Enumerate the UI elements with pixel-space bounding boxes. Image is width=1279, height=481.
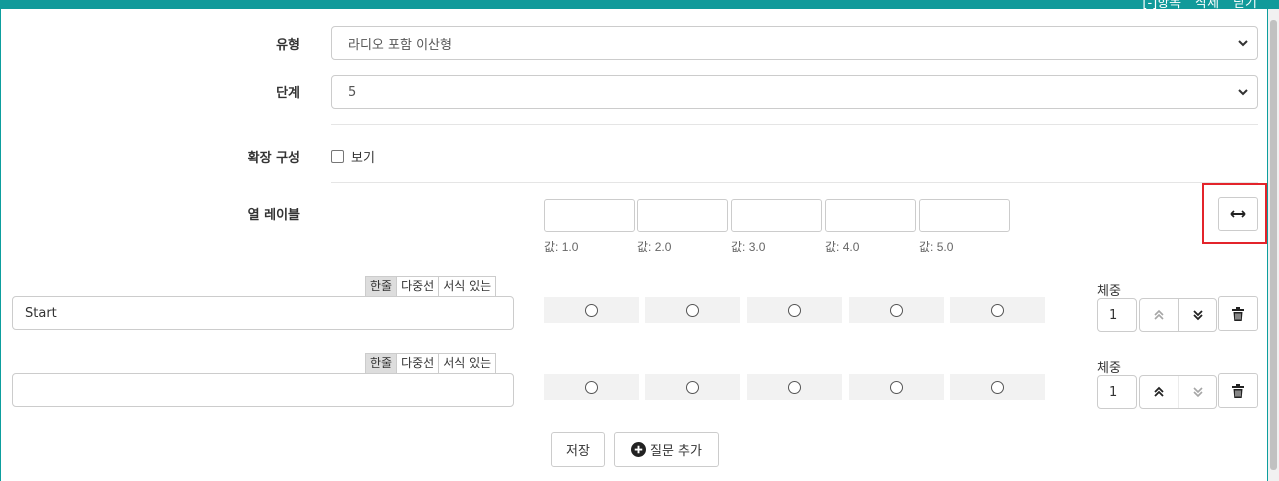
- divider: [331, 182, 1258, 183]
- question-2-format-tabs: 한줄 다중선 서식 있는: [365, 353, 497, 374]
- tab-rich-text[interactable]: 서식 있는: [438, 277, 495, 296]
- move-up-button[interactable]: [1140, 299, 1178, 331]
- move-down-button[interactable]: [1178, 299, 1216, 331]
- question-2-weight-value: 1: [1109, 384, 1118, 400]
- step-label: 단계: [276, 86, 300, 101]
- col-value-5: 값: 5.0: [919, 240, 954, 254]
- scrollbar-thumb[interactable]: [1270, 20, 1277, 470]
- question-1-text: Start: [25, 305, 57, 321]
- col-label: 열 레이블: [247, 208, 300, 223]
- question-1-format-tabs: 한줄 다중선 서식 있는: [365, 276, 497, 297]
- col-value-4: 값: 4.0: [825, 240, 860, 254]
- question-1-delete-button[interactable]: [1218, 296, 1258, 331]
- ext-label: 확장 구성: [247, 151, 300, 166]
- question-1-option-2[interactable]: [645, 297, 740, 323]
- radio-button[interactable]: [686, 303, 699, 317]
- col-value-1: 값: 1.0: [544, 240, 579, 254]
- col-label-input-4[interactable]: [825, 199, 916, 232]
- plus-circle-icon: [631, 442, 646, 457]
- trash-icon: [1232, 383, 1244, 398]
- question-2-option-5[interactable]: [950, 374, 1045, 400]
- swap-columns-button[interactable]: [1218, 197, 1258, 231]
- radio-button[interactable]: [991, 380, 1004, 394]
- swap-horizontal-icon: [1230, 210, 1246, 218]
- question-1-option-3[interactable]: [747, 297, 842, 323]
- tab-multi-line[interactable]: 다중선: [396, 354, 438, 373]
- question-1-option-4[interactable]: [849, 297, 944, 323]
- move-up-button[interactable]: [1140, 376, 1178, 408]
- tab-single-line[interactable]: 한줄: [366, 354, 397, 373]
- col-label-input-5[interactable]: [919, 199, 1010, 232]
- question-1-move-group: [1139, 298, 1217, 332]
- question-2-delete-button[interactable]: [1218, 373, 1258, 408]
- col-label-input-3[interactable]: [731, 199, 822, 232]
- question-1-option-1[interactable]: [544, 297, 639, 323]
- radio-button[interactable]: [991, 303, 1004, 317]
- radio-button[interactable]: [788, 380, 801, 394]
- type-label: 유형: [276, 38, 300, 53]
- question-1-option-5[interactable]: [950, 297, 1045, 323]
- question-1-input[interactable]: Start: [12, 296, 514, 330]
- trash-icon: [1232, 306, 1244, 321]
- chevrons-down-icon: [1192, 387, 1203, 398]
- radio-button[interactable]: [585, 380, 598, 394]
- chevrons-up-icon: [1154, 386, 1164, 397]
- chevrons-up-icon: [1154, 309, 1164, 320]
- step-select[interactable]: 5: [331, 75, 1258, 109]
- chevrons-down-icon: [1192, 310, 1203, 321]
- app-frame: [-]항목 삭제 닫기 유형 라디오 포함 이산형 단계 5 확장 구성 보기 …: [0, 0, 1279, 481]
- question-1-weight-label: 체중: [1097, 284, 1121, 299]
- save-button-label: 저장: [566, 444, 590, 459]
- tab-rich-text[interactable]: 서식 있는: [438, 354, 495, 373]
- close-link[interactable]: 닫기: [1233, 0, 1257, 9]
- tab-single-line[interactable]: 한줄: [366, 277, 397, 296]
- col-label-input-2[interactable]: [637, 199, 728, 232]
- add-question-button[interactable]: 질문 추가: [614, 432, 719, 467]
- col-value-3: 값: 3.0: [731, 240, 766, 254]
- chevron-down-icon: [1238, 89, 1248, 96]
- question-2-move-group: [1139, 375, 1217, 409]
- toggle-item-link[interactable]: [-]항목: [1142, 0, 1181, 9]
- add-question-label: 질문 추가: [650, 444, 702, 459]
- question-1-weight-input[interactable]: 1: [1097, 298, 1137, 332]
- col-value-2: 값: 2.0: [637, 240, 672, 254]
- step-select-value: 5: [348, 84, 357, 100]
- ext-checkbox[interactable]: [331, 150, 344, 163]
- question-2-option-2[interactable]: [645, 374, 740, 400]
- save-button[interactable]: 저장: [551, 432, 605, 467]
- radio-button[interactable]: [686, 380, 699, 394]
- question-2-input[interactable]: [12, 373, 514, 407]
- type-select-value: 라디오 포함 이산형: [348, 37, 452, 53]
- col-label-input-1[interactable]: [544, 199, 635, 232]
- question-2-weight-input[interactable]: 1: [1097, 375, 1137, 409]
- top-toolbar: [-]항목 삭제 닫기: [0, 0, 1279, 9]
- ext-checkbox-label: 보기: [351, 151, 375, 166]
- radio-button[interactable]: [890, 303, 903, 317]
- radio-button[interactable]: [585, 303, 598, 317]
- chevron-down-icon: [1238, 40, 1248, 47]
- radio-button[interactable]: [890, 380, 903, 394]
- question-1-weight-value: 1: [1109, 307, 1118, 323]
- radio-button[interactable]: [788, 303, 801, 317]
- question-2-weight-label: 체중: [1097, 361, 1121, 376]
- question-2-option-3[interactable]: [747, 374, 842, 400]
- question-2-option-4[interactable]: [849, 374, 944, 400]
- move-down-button[interactable]: [1178, 376, 1216, 408]
- type-select[interactable]: 라디오 포함 이산형: [331, 26, 1258, 60]
- question-2-option-1[interactable]: [544, 374, 639, 400]
- delete-link[interactable]: 삭제: [1195, 0, 1219, 9]
- tab-multi-line[interactable]: 다중선: [396, 277, 438, 296]
- divider: [331, 124, 1258, 125]
